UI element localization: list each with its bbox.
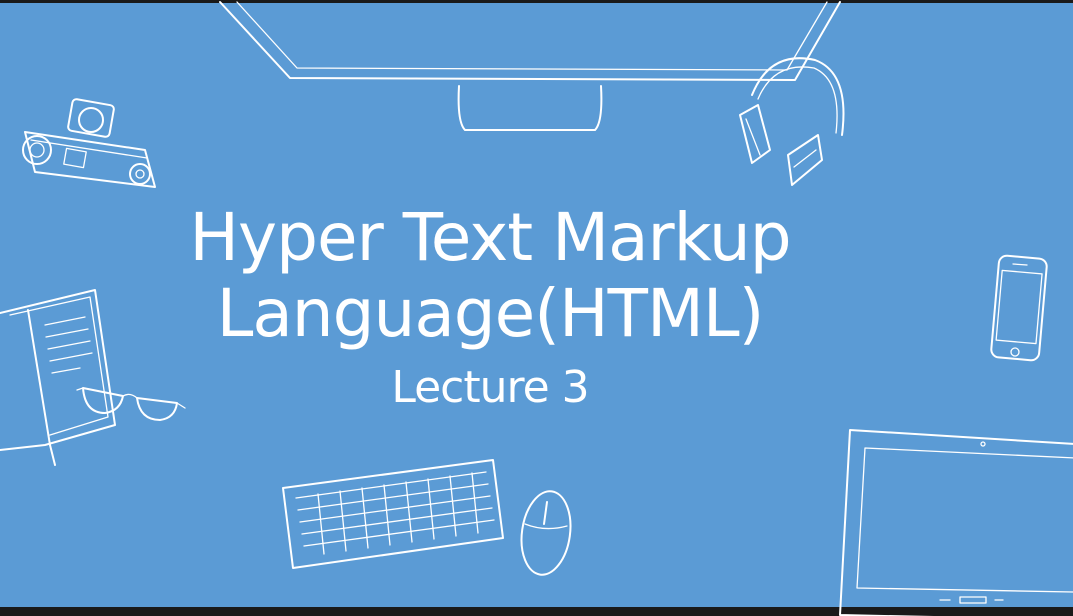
lecture-title-slide: Hyper Text Markup Language(HTML) Lecture… xyxy=(0,0,1073,616)
slide-title: Hyper Text Markup Language(HTML) xyxy=(0,200,980,352)
keyboard-icon xyxy=(278,458,508,578)
camera-icon xyxy=(15,92,165,192)
title-line-1: Hyper Text Markup xyxy=(189,199,791,276)
headphones-icon xyxy=(730,55,860,190)
smartphone-icon xyxy=(985,252,1055,367)
mouse-icon xyxy=(515,488,580,580)
tablet-icon xyxy=(835,420,1073,616)
slide-subtitle: Lecture 3 xyxy=(391,362,589,413)
title-line-2: Language(HTML) xyxy=(216,275,765,352)
